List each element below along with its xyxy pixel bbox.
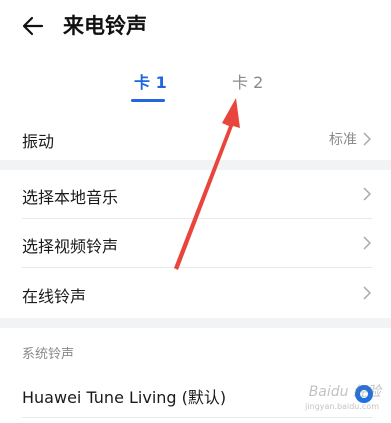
back-arrow-icon[interactable]	[20, 12, 48, 40]
select-video-ringtone-row[interactable]: 选择视频铃声	[0, 219, 391, 267]
tab-sim-1[interactable]: 卡 1	[134, 70, 167, 96]
vibration-value: 标准	[329, 132, 357, 148]
chevron-right-icon	[363, 286, 371, 300]
app-header: 来电铃声	[0, 0, 391, 56]
menu-item-label: 选择本地音乐	[22, 188, 119, 207]
tab-active-indicator	[131, 99, 165, 102]
system-ringtone-section-label: 系统铃声	[22, 347, 75, 362]
chevron-right-icon	[363, 187, 371, 201]
ringtone-name: Huawei Tune Living (默认)	[22, 388, 227, 407]
chevron-right-icon	[363, 132, 371, 146]
section-gap	[0, 318, 391, 328]
baidu-watermark: Baidu 经验	[308, 384, 381, 400]
page-title: 来电铃声	[63, 14, 147, 38]
row-divider	[22, 417, 372, 418]
menu-item-label: 在线铃声	[22, 287, 87, 306]
baidu-watermark-url: jingyan.baidu.com	[305, 402, 379, 411]
vibration-row[interactable]: 振动 标准	[0, 118, 391, 160]
sim-tabs: 卡 1 卡 2	[0, 70, 391, 104]
section-gap	[0, 160, 391, 170]
vibration-label: 振动	[22, 132, 55, 151]
online-ringtone-row[interactable]: 在线铃声	[0, 268, 391, 318]
tab-sim-2[interactable]: 卡 2	[232, 70, 263, 96]
menu-item-label: 选择视频铃声	[22, 237, 119, 256]
chevron-right-icon	[363, 236, 371, 250]
select-local-music-row[interactable]: 选择本地音乐	[0, 170, 391, 218]
